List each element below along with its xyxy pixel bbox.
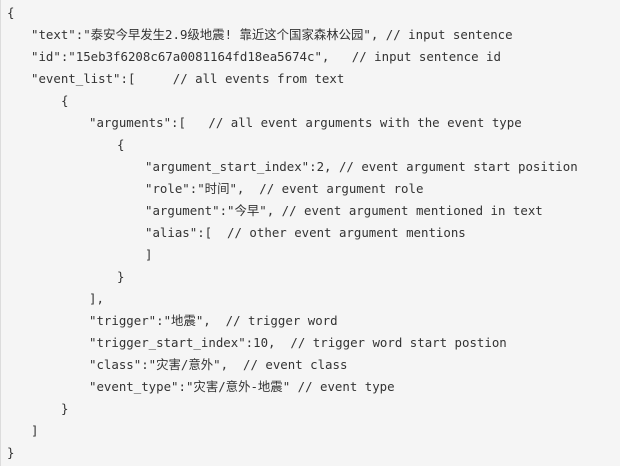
code-line: ], [89,291,104,306]
code-line: { [117,137,125,152]
code-line: "class":"灾害/意外", // event class [89,357,348,372]
code-line: "id":"15eb3f6208c67a0081164fd18ea5674c",… [31,49,501,64]
code-line: "text":"泰安今早发生2.9级地震! 靠近这个国家森林公园", // in… [31,27,513,42]
code-line: ] [31,423,39,438]
code-line: ] [145,247,153,262]
code-line: { [7,5,15,20]
code-line: "argument_start_index":2, // event argum… [145,159,578,174]
code-line: "argument":"今早", // event argument menti… [145,203,543,218]
code-line: "event_type":"灾害/意外-地震" // event type [89,379,395,394]
code-line: "arguments":[ // all event arguments wit… [89,115,522,130]
code-line: } [61,401,69,416]
code-line: "trigger":"地震", // trigger word [89,313,338,328]
code-line: } [117,269,125,284]
code-line: "role":"时间", // event argument role [145,181,424,196]
code-line: "trigger_start_index":10, // trigger wor… [89,335,507,350]
code-line: } [7,445,15,460]
code-line: "event_list":[ // all events from text [31,71,345,86]
code-block: { "text":"泰安今早发生2.9级地震! 靠近这个国家森林公园", // … [0,0,620,466]
code-line: { [61,93,69,108]
code-line: "alias":[ // other event argument mentio… [145,225,466,240]
